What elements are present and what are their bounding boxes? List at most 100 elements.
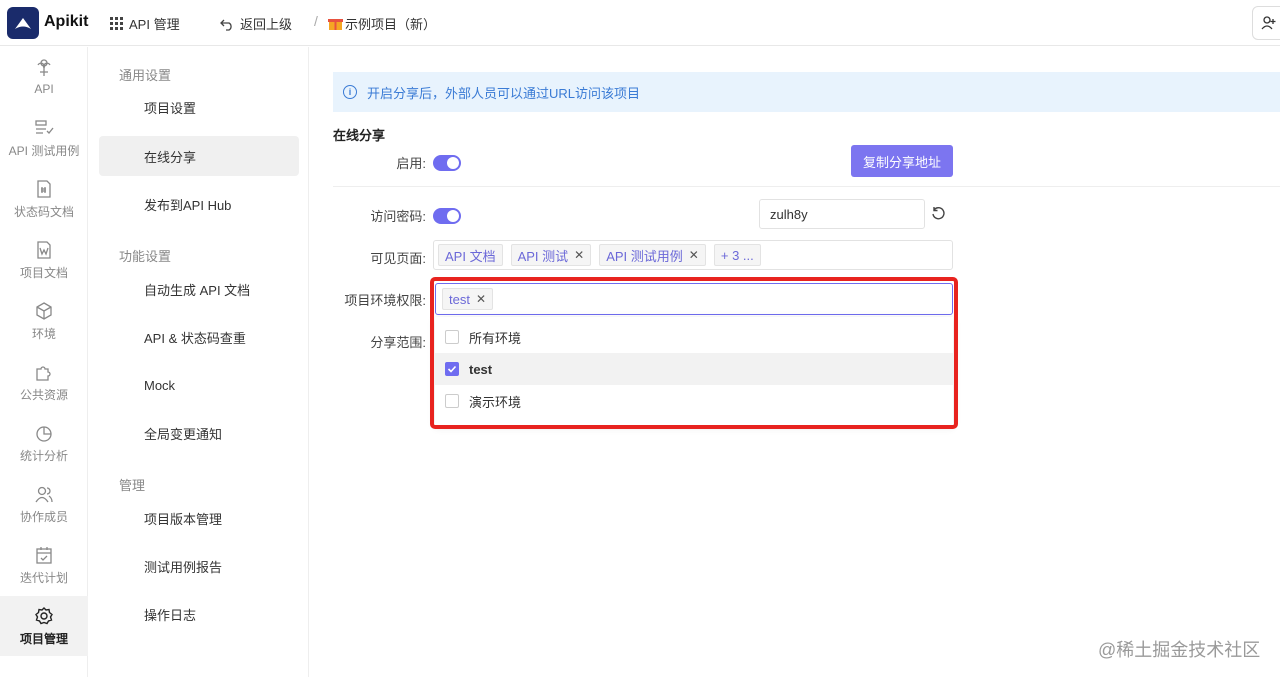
top-bar: Apikit API 管理 返回上级 / 示例项目（新） <box>0 0 1280 46</box>
project-name: 示例项目（新） <box>345 17 437 32</box>
visible-page-tag: API 文档 <box>438 244 503 266</box>
password-input[interactable]: zulh8y <box>759 199 925 229</box>
subnav-item-auto-doc[interactable]: 自动生成 API 文档 <box>99 269 299 309</box>
subnav-item-version[interactable]: 项目版本管理 <box>99 498 299 538</box>
api-manage-label: API 管理 <box>129 17 180 32</box>
api-manage-menu[interactable]: API 管理 <box>110 14 180 33</box>
info-icon: i <box>343 85 357 99</box>
check-icon <box>447 365 457 373</box>
nav-label: 环境 <box>31 326 56 341</box>
more-tags-badge[interactable]: + 3 ... <box>713 244 761 266</box>
refresh-password-button[interactable] <box>931 206 946 224</box>
option-label: 所有环境 <box>469 330 522 346</box>
subnav-item-online-share[interactable]: 在线分享 <box>99 136 299 176</box>
grid-icon <box>110 17 123 30</box>
nav-label: 项目文档 <box>19 265 68 280</box>
nav-item-members[interactable]: 协作成员 <box>0 474 88 534</box>
nav-item-project-manage[interactable]: 项目管理 <box>0 596 88 656</box>
subnav-group-features: 功能设置 <box>119 249 172 264</box>
checkbox[interactable] <box>445 362 459 376</box>
left-nav: API API 测试用例 状态码文档 项目文档 环境 公共资源 统计分析 协作成… <box>0 47 88 677</box>
settings-subnav: 通用设置 项目设置 在线分享 发布到API Hub 功能设置 自动生成 API … <box>89 47 309 677</box>
option-label: test <box>469 361 493 377</box>
subnav-item-dedupe[interactable]: API & 状态码查重 <box>99 317 299 357</box>
project-breadcrumb[interactable]: 示例项目（新） <box>328 14 436 33</box>
api-icon <box>37 59 51 76</box>
subnav-item-log[interactable]: 操作日志 <box>99 594 299 634</box>
section-title: 在线分享 <box>333 128 386 143</box>
tag-label: API 文档 <box>445 248 496 264</box>
back-button[interactable]: 返回上级 <box>220 14 292 33</box>
copy-share-url-button[interactable]: 复制分享地址 <box>851 145 953 177</box>
nav-item-test-case[interactable]: API 测试用例 <box>0 108 88 168</box>
nav-item-status-doc[interactable]: 状态码文档 <box>0 169 88 229</box>
env-permission-label: 项目环境权限: <box>344 293 426 308</box>
visible-page-tag: API 测试 ✕ <box>510 244 592 266</box>
members-icon <box>35 486 53 502</box>
nav-label: 公共资源 <box>19 387 68 402</box>
calendar-icon <box>36 546 52 564</box>
subnav-item-mock[interactable]: Mock <box>99 365 299 405</box>
add-user-icon <box>1261 16 1276 30</box>
project-doc-icon <box>37 240 51 259</box>
nav-label: API 测试用例 <box>8 143 80 158</box>
status-doc-icon <box>37 179 51 198</box>
nav-item-api[interactable]: API <box>0 47 88 107</box>
password-toggle[interactable] <box>433 208 461 224</box>
main-content: i 开启分享后，外部人员可以通过URL访问该项目 在线分享 启用: 复制分享地址… <box>310 47 1280 677</box>
close-icon[interactable]: ✕ <box>476 292 486 306</box>
gear-icon <box>35 606 53 624</box>
nav-label: 项目管理 <box>19 631 68 646</box>
nav-label: 协作成员 <box>19 509 68 524</box>
info-text: 开启分享后，外部人员可以通过URL访问该项目 <box>367 85 641 101</box>
enable-label: 启用: <box>396 156 426 171</box>
divider <box>333 186 1280 187</box>
more-tags-label: + 3 ... <box>720 247 754 263</box>
subnav-group-manage: 管理 <box>119 478 146 493</box>
visible-pages-select[interactable]: API 文档 API 测试 ✕ API 测试用例 ✕ + 3 ... <box>433 240 953 270</box>
test-case-icon <box>35 119 54 134</box>
gift-icon <box>328 19 343 30</box>
puzzle-icon <box>36 365 51 381</box>
close-icon[interactable]: ✕ <box>574 248 584 262</box>
password-label: 访问密码: <box>370 209 426 224</box>
env-permission-select[interactable]: test ✕ <box>435 283 953 315</box>
subnav-item-publish[interactable]: 发布到API Hub <box>99 184 299 224</box>
nav-label: 迭代计划 <box>19 570 68 585</box>
subnav-item-project-settings[interactable]: 项目设置 <box>99 87 299 127</box>
pie-chart-icon <box>36 425 52 442</box>
env-option[interactable]: 所有环境 <box>435 321 953 353</box>
nav-label: 统计分析 <box>19 448 68 463</box>
add-user-button[interactable] <box>1252 6 1280 40</box>
tag-label: API 测试用例 <box>606 248 683 264</box>
subnav-group-general: 通用设置 <box>119 68 172 83</box>
env-dropdown: 所有环境 test 演示环境 <box>435 317 953 425</box>
option-label: 演示环境 <box>469 394 522 410</box>
watermark: @稀土掘金技术社区 <box>1098 640 1261 660</box>
tag-label: test <box>449 291 470 307</box>
nav-item-environment[interactable]: 环境 <box>0 291 88 351</box>
close-icon[interactable]: ✕ <box>689 248 699 262</box>
nav-item-statistics[interactable]: 统计分析 <box>0 413 88 473</box>
tag-label: API 测试 <box>517 248 569 264</box>
nav-label: API <box>34 82 54 96</box>
env-option[interactable]: 演示环境 <box>435 385 953 417</box>
environment-icon <box>36 301 52 320</box>
subnav-item-report[interactable]: 测试用例报告 <box>99 546 299 586</box>
apikit-logo-icon[interactable] <box>7 7 39 39</box>
nav-item-public-resources[interactable]: 公共资源 <box>0 352 88 412</box>
app-name: Apikit <box>44 13 89 30</box>
env-option[interactable]: test <box>435 353 953 385</box>
subnav-item-notify[interactable]: 全局变更通知 <box>99 413 299 453</box>
enable-toggle[interactable] <box>433 155 461 171</box>
checkbox[interactable] <box>445 330 459 344</box>
checkbox[interactable] <box>445 394 459 408</box>
nav-item-project-doc[interactable]: 项目文档 <box>0 230 88 290</box>
share-scope-label: 分享范围: <box>370 335 426 350</box>
breadcrumb-separator: / <box>314 13 318 29</box>
back-label: 返回上级 <box>240 17 293 32</box>
nav-label: 状态码文档 <box>13 204 74 219</box>
info-banner: i 开启分享后，外部人员可以通过URL访问该项目 <box>333 72 1280 112</box>
nav-item-iteration[interactable]: 迭代计划 <box>0 535 88 595</box>
env-selected-tag: test ✕ <box>442 288 494 310</box>
